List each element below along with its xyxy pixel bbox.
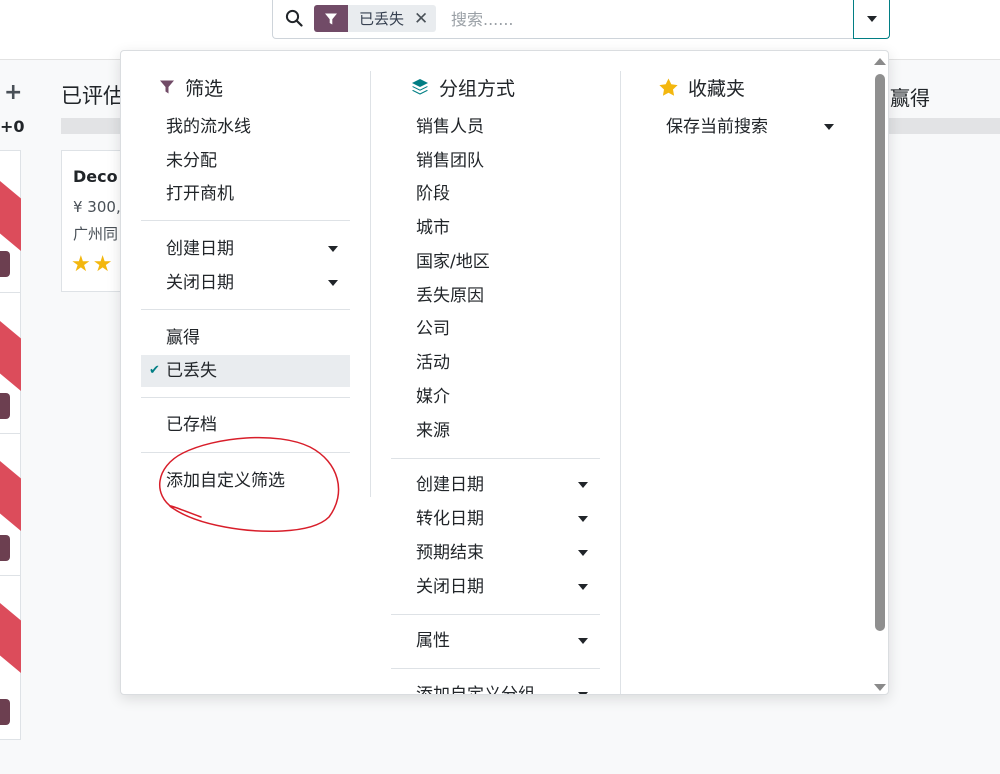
groupby-item[interactable]: 国家/地区 (391, 246, 600, 278)
divider (141, 220, 350, 221)
caret-down-icon (578, 692, 588, 694)
caret-down-icon (328, 280, 338, 286)
column-divider (620, 71, 621, 694)
column-divider (370, 71, 371, 497)
groupby-item[interactable]: 丢失原因 (391, 280, 600, 312)
filters-column: 筛选 我的流水线 未分配 打开商机 创建日期 关闭日期 赢得 ✔ 已丢失 已存档 … (141, 51, 371, 694)
card-amount: ¥ 300, (73, 198, 121, 216)
divider (391, 614, 600, 615)
search-facet-filter: 已丢失 ✕ (314, 5, 437, 32)
groupby-item[interactable]: 城市 (391, 212, 600, 244)
filter-item[interactable]: 打开商机 (141, 178, 350, 210)
card-title: Deco (73, 167, 118, 186)
column-count: +0 (0, 117, 25, 136)
avatar (0, 699, 10, 725)
column-title[interactable]: 已评估 (61, 80, 124, 110)
lost-ribbon (0, 603, 21, 673)
groupby-item-date[interactable]: 预期结束 (391, 537, 600, 569)
divider (141, 309, 350, 310)
card-company: 广州同 (73, 225, 119, 243)
divider (0, 433, 21, 434)
groupby-item[interactable]: 公司 (391, 313, 600, 345)
caret-down-icon (578, 550, 588, 556)
caret-down-icon (578, 584, 588, 590)
caret-down-icon (866, 16, 877, 22)
lost-ribbon (0, 181, 21, 251)
priority-stars-icon[interactable]: ★★ (71, 252, 114, 277)
filter-item[interactable]: 我的流水线 (141, 111, 350, 143)
caret-down-icon (824, 124, 834, 130)
avatar (0, 393, 10, 419)
groupby-item[interactable]: 活动 (391, 347, 600, 379)
search-box[interactable]: 已丢失 ✕ (272, 0, 854, 39)
add-column-icon[interactable]: + (4, 80, 22, 105)
search-input[interactable] (451, 8, 831, 30)
filter-item-create-date[interactable]: 创建日期 (141, 233, 350, 265)
favorites-column: 收藏夹 保存当前搜索 (641, 51, 846, 694)
scrollbar-thumb[interactable] (875, 74, 885, 631)
kanban-cards-column-left (0, 150, 21, 740)
filter-item-lost[interactable]: ✔ 已丢失 (141, 355, 350, 387)
add-custom-filter-button[interactable]: 添加自定义筛选 (141, 465, 350, 497)
add-custom-group-select[interactable]: 添加自定义分组 (391, 679, 600, 694)
avatar (0, 251, 10, 277)
filter-item-archived[interactable]: 已存档 (141, 409, 350, 441)
groupby-item[interactable]: 阶段 (391, 178, 600, 210)
filters-heading-label: 筛选 (185, 77, 224, 100)
groupby-item[interactable]: 媒介 (391, 381, 600, 413)
search-panel-dropdown: 筛选 我的流水线 未分配 打开商机 创建日期 关闭日期 赢得 ✔ 已丢失 已存档 … (120, 50, 889, 695)
search-icon[interactable] (285, 9, 303, 27)
groupby-heading: 分组方式 (411, 73, 515, 101)
column-title-won[interactable]: 赢得 (890, 82, 930, 111)
caret-down-icon (578, 482, 588, 488)
filter-item-close-date[interactable]: 关闭日期 (141, 267, 350, 299)
caret-down-icon (578, 516, 588, 522)
filter-icon (160, 80, 174, 94)
groupby-item-date[interactable]: 转化日期 (391, 503, 600, 535)
check-icon: ✔ (149, 363, 160, 378)
favorites-heading: 收藏夹 (659, 73, 745, 101)
groupby-item[interactable]: 销售人员 (391, 111, 600, 143)
filter-icon (314, 5, 348, 32)
divider (391, 668, 600, 669)
divider (0, 575, 21, 576)
caret-down-icon (328, 246, 338, 252)
scroll-up-arrow-icon[interactable] (874, 58, 886, 65)
filter-item-won[interactable]: 赢得 (141, 322, 350, 354)
vertical-scrollbar[interactable] (869, 51, 888, 694)
search-options-toggle[interactable] (853, 0, 890, 39)
facet-label: 已丢失 (359, 10, 405, 28)
groupby-item-date[interactable]: 关闭日期 (391, 571, 600, 603)
caret-down-icon (578, 638, 588, 644)
divider (141, 397, 350, 398)
filters-heading: 筛选 (159, 73, 223, 101)
groupby-item[interactable]: 来源 (391, 415, 600, 447)
divider (391, 458, 600, 459)
filter-item[interactable]: 未分配 (141, 145, 350, 177)
save-current-search-toggle[interactable]: 保存当前搜索 (641, 111, 846, 143)
avatar (0, 535, 10, 561)
star-icon (659, 78, 678, 96)
divider (141, 452, 350, 453)
column-progress-bar-won (884, 118, 1000, 134)
search-facet: 已丢失 ✕ (348, 5, 437, 32)
groupby-item-date[interactable]: 创建日期 (391, 469, 600, 501)
facet-remove-icon[interactable]: ✕ (414, 9, 428, 29)
lost-ribbon (0, 321, 21, 391)
groupby-item[interactable]: 销售团队 (391, 145, 600, 177)
groupby-item-properties[interactable]: 属性 (391, 625, 600, 657)
divider (0, 292, 21, 293)
scroll-down-arrow-icon[interactable] (874, 684, 886, 691)
lost-ribbon (0, 461, 21, 531)
layers-icon (412, 79, 428, 95)
favorites-heading-label: 收藏夹 (688, 77, 746, 100)
groupby-heading-label: 分组方式 (439, 77, 516, 100)
groupby-column: 分组方式 销售人员 销售团队 阶段 城市 国家/地区 丢失原因 公司 活动 媒介… (391, 51, 601, 694)
